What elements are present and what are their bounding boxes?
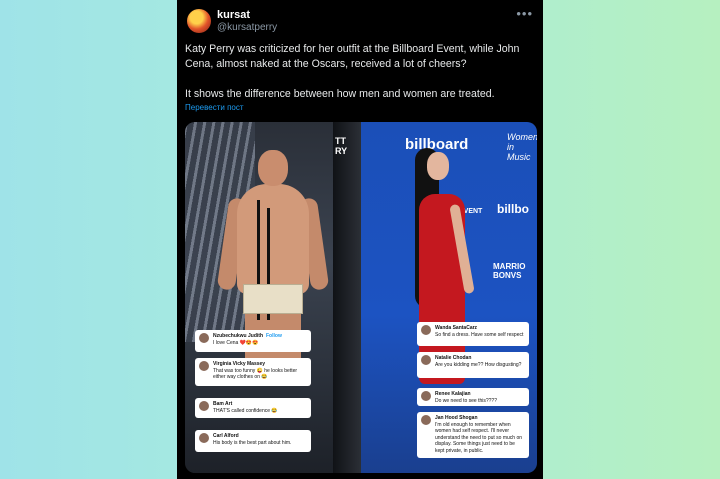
user-handle[interactable]: @kursatperry [217,22,277,33]
marriott-bonvoy-logo: MARRIO BONVS [493,262,526,280]
comment-card: Wanda SantaCarz So find a dress. Have so… [417,322,529,346]
comment-card: Natalie Chodan Are you kidding me?? How … [417,352,529,378]
translate-link[interactable]: Перевести пост [185,103,244,112]
follow-link: Follow [266,333,282,339]
avatar [199,333,209,343]
avatar [421,415,431,425]
comment-text: I love Cena ❤️😍😍 [213,339,259,346]
comment-card: Carl Alford His body is the best part ab… [195,430,311,452]
comment-card: Nzubechukwu Judith Follow I love Cena ❤️😍… [195,330,311,352]
display-name[interactable]: kursat [217,9,250,21]
comment-card: Bam Art THAT'S called confidence 😂 [195,398,311,418]
post-card: kursat @kursatperry ••• Katy Perry was c… [177,0,543,479]
avatar [421,391,431,401]
photo-divider [333,122,361,473]
comment-text: Are you kidding me?? How disgusting? [435,361,522,368]
avatar [421,325,431,335]
comment-text: I'm old enough to remember when women ha… [435,421,523,454]
avatar[interactable] [187,9,211,33]
comment-text: THAT'S called confidence 😂 [213,407,278,414]
avatar [199,433,209,443]
comment-text: His body is the best part about him. [213,439,292,446]
women-in-music-logo: Women in Music [507,132,537,162]
post-text-line-1: Katy Perry was criticized for her outfit… [185,43,520,70]
comment-card: Virginia Vicky Massey That was too funny… [195,358,311,386]
more-icon[interactable]: ••• [516,6,533,21]
comment-text: Do we need to see this???? [435,397,497,404]
envelope [243,284,303,314]
comment-text: So find a dress. Have some self respect [435,331,524,338]
backdrop-text: TT RY [335,136,348,156]
comment-author: Nzubechukwu Judith [213,333,263,339]
comment-text: That was too funny 😜 he looks better eit… [213,367,298,381]
billboard-logo-side: billbo [497,202,529,216]
avatar [421,355,431,365]
post-text-line-2: It shows the difference between how men … [185,88,495,100]
post-media[interactable]: TT RY billboard Women in Music billbo EV… [185,122,537,473]
avatar [199,361,209,371]
avatar [199,401,209,411]
comment-card: Jan Hood Shogan I'm old enough to rememb… [417,412,529,458]
comment-card: Renee Kalajian Do we need to see this???… [417,388,529,406]
post-text: Katy Perry was criticized for her outfit… [185,42,537,102]
